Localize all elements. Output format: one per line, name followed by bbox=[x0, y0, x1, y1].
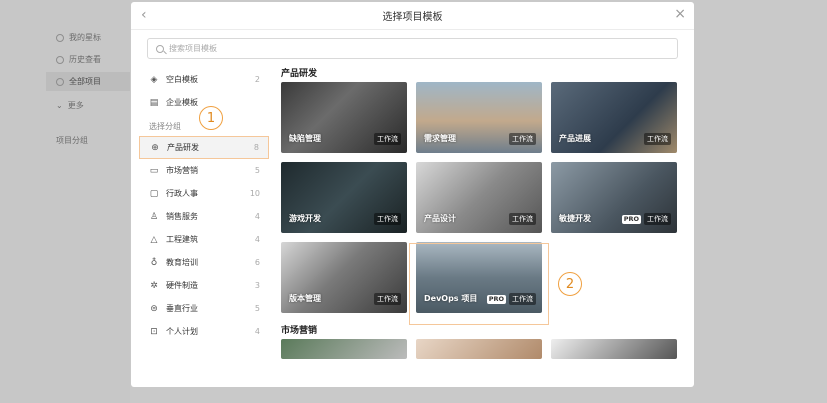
nav-item-vertical[interactable]: ⊜ 垂直行业 5 bbox=[139, 297, 269, 320]
nav-item-hardware[interactable]: ✲ 硬件制造 3 bbox=[139, 274, 269, 297]
cube-icon: ◈ bbox=[150, 74, 158, 85]
monitor-icon: ▢ bbox=[149, 188, 159, 199]
gear-icon: ✲ bbox=[150, 280, 158, 291]
section-title: 产品研发 bbox=[281, 68, 318, 79]
building-icon: ▤ bbox=[149, 97, 159, 108]
globe-icon: ⊕ bbox=[151, 142, 159, 153]
dialog-header: ‹ 选择项目模板 × bbox=[131, 2, 694, 30]
workflow-tag: 工作流 bbox=[644, 133, 671, 145]
nav-item-education[interactable]: ♁ 教育培训 6 bbox=[139, 251, 269, 274]
search-box[interactable] bbox=[147, 38, 678, 59]
callout-marker: 2 bbox=[558, 272, 582, 296]
warning-icon: △ bbox=[150, 234, 158, 245]
template-card[interactable] bbox=[281, 339, 407, 359]
template-card[interactable]: 游戏开发 工作流 bbox=[281, 162, 407, 233]
pro-badge: PRO bbox=[621, 214, 641, 224]
nav-item-hr-admin[interactable]: ▢ 行政人事 10 bbox=[139, 182, 269, 205]
search-icon bbox=[156, 44, 164, 53]
nav-item-sales-service[interactable]: ♙ 销售服务 4 bbox=[139, 205, 269, 228]
nav-item-engineering[interactable]: △ 工程建筑 4 bbox=[139, 228, 269, 251]
gift-icon: ⊡ bbox=[150, 326, 158, 337]
template-card[interactable]: 产品进展 工作流 bbox=[551, 82, 677, 153]
callout-marker: 1 bbox=[199, 106, 223, 130]
template-card[interactable]: 版本管理 工作流 bbox=[281, 242, 407, 313]
user-icon: ♙ bbox=[149, 211, 159, 222]
template-dialog: ‹ 选择项目模板 × ◈ 空白模板 2 ▤ 企业模板 选择分组 ⊕ 产品研发 8… bbox=[131, 2, 694, 387]
search-input[interactable] bbox=[169, 44, 649, 53]
nav-item-personal[interactable]: ⊡ 个人计划 4 bbox=[139, 320, 269, 343]
workflow-tag: 工作流 bbox=[374, 293, 401, 305]
nav-item-marketing[interactable]: ▭ 市场营销 5 bbox=[139, 159, 269, 182]
close-icon[interactable]: × bbox=[674, 6, 686, 22]
workflow-tag: 工作流 bbox=[374, 133, 401, 145]
template-card[interactable] bbox=[416, 339, 542, 359]
template-gallery: 产品研发 缺陷管理 工作流 需求管理 工作流 产品进展 工作流 游戏开发 工作流… bbox=[281, 62, 684, 387]
template-card[interactable]: 缺陷管理 工作流 bbox=[281, 82, 407, 153]
nav-item-product-rd[interactable]: ⊕ 产品研发 8 bbox=[139, 136, 269, 159]
briefcase-icon: ▭ bbox=[149, 165, 159, 176]
template-card[interactable]: 产品设计 工作流 bbox=[416, 162, 542, 233]
template-card[interactable]: 敏捷开发 PRO 工作流 bbox=[551, 162, 677, 233]
highlight-frame bbox=[409, 243, 549, 325]
workflow-tag: 工作流 bbox=[509, 213, 536, 225]
template-card[interactable]: 需求管理 工作流 bbox=[416, 82, 542, 153]
workflow-tag: 工作流 bbox=[509, 133, 536, 145]
workflow-tag: 工作流 bbox=[644, 213, 671, 225]
template-grid bbox=[281, 339, 684, 359]
cup-icon: ♁ bbox=[150, 257, 158, 268]
workflow-tag: 工作流 bbox=[374, 213, 401, 225]
dialog-title: 选择项目模板 bbox=[382, 12, 443, 23]
nav-item-blank-template[interactable]: ◈ 空白模板 2 bbox=[139, 68, 269, 91]
back-icon[interactable]: ‹ bbox=[141, 7, 147, 23]
template-card[interactable] bbox=[551, 339, 677, 359]
layers-icon: ⊜ bbox=[150, 303, 158, 314]
